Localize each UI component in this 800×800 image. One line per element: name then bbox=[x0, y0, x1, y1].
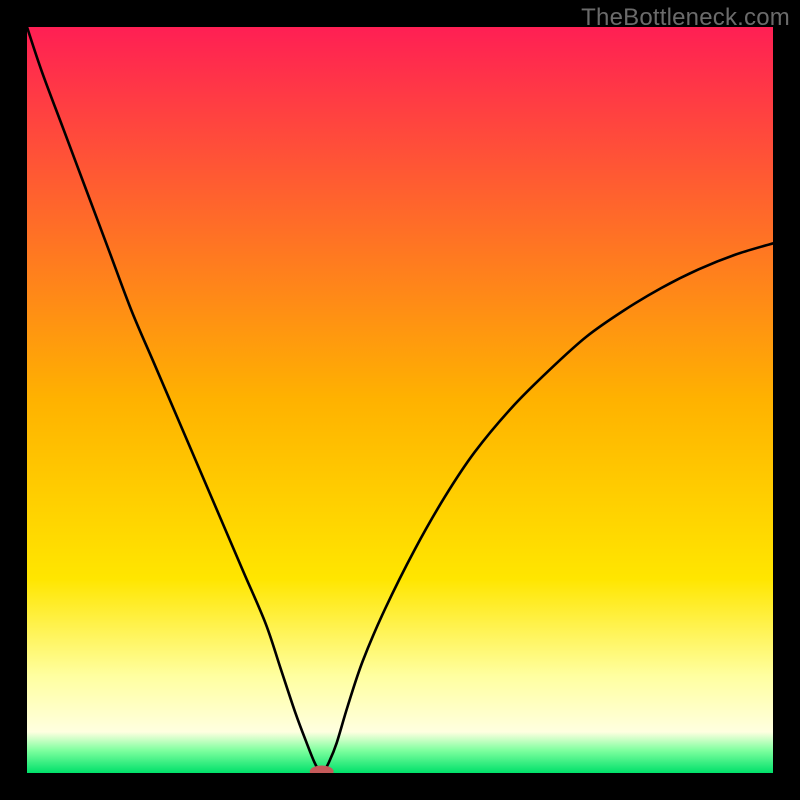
gradient-background bbox=[27, 27, 773, 773]
plot-area bbox=[27, 27, 773, 773]
bottleneck-chart bbox=[27, 27, 773, 773]
watermark-text: TheBottleneck.com bbox=[581, 4, 790, 32]
chart-frame: TheBottleneck.com bbox=[0, 0, 800, 800]
